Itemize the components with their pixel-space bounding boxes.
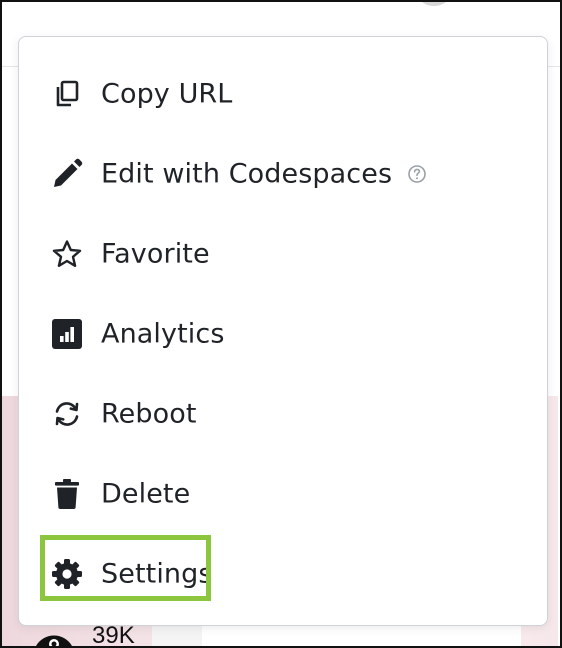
app-card-preview: [152, 624, 521, 646]
analytics-icon: [50, 317, 84, 351]
menu-item-label: Copy URL: [101, 78, 233, 110]
menu-item-analytics[interactable]: Analytics: [19, 302, 547, 366]
settings-highlight-box: [40, 535, 211, 601]
star-icon: [50, 237, 84, 271]
app-frame: 39K Copy URL Edit with Codespaces Favori…: [0, 0, 562, 648]
menu-item-copy-url[interactable]: Copy URL: [19, 62, 547, 126]
reboot-icon: [50, 397, 84, 431]
copy-icon: [50, 77, 84, 111]
avatar[interactable]: [420, 2, 448, 6]
menu-item-label: Edit with Codespaces: [101, 158, 393, 190]
app-thumbnail: [152, 624, 202, 646]
app-actions-menu: Copy URL Edit with Codespaces Favorite A…: [18, 36, 548, 626]
help-circle-icon[interactable]: [407, 164, 427, 184]
menu-item-reboot[interactable]: Reboot: [19, 382, 547, 446]
eye-icon: [36, 635, 72, 646]
menu-item-edit-with-codespaces[interactable]: Edit with Codespaces: [19, 142, 547, 206]
trash-icon: [50, 477, 84, 511]
menu-item-label: Favorite: [101, 238, 210, 270]
menu-item-label: Delete: [101, 478, 191, 510]
menu-item-label: Analytics: [101, 318, 225, 350]
menu-item-delete[interactable]: Delete: [19, 462, 547, 526]
menu-item-label: Reboot: [101, 398, 197, 430]
pencil-icon: [50, 157, 84, 191]
menu-item-favorite[interactable]: Favorite: [19, 222, 547, 286]
